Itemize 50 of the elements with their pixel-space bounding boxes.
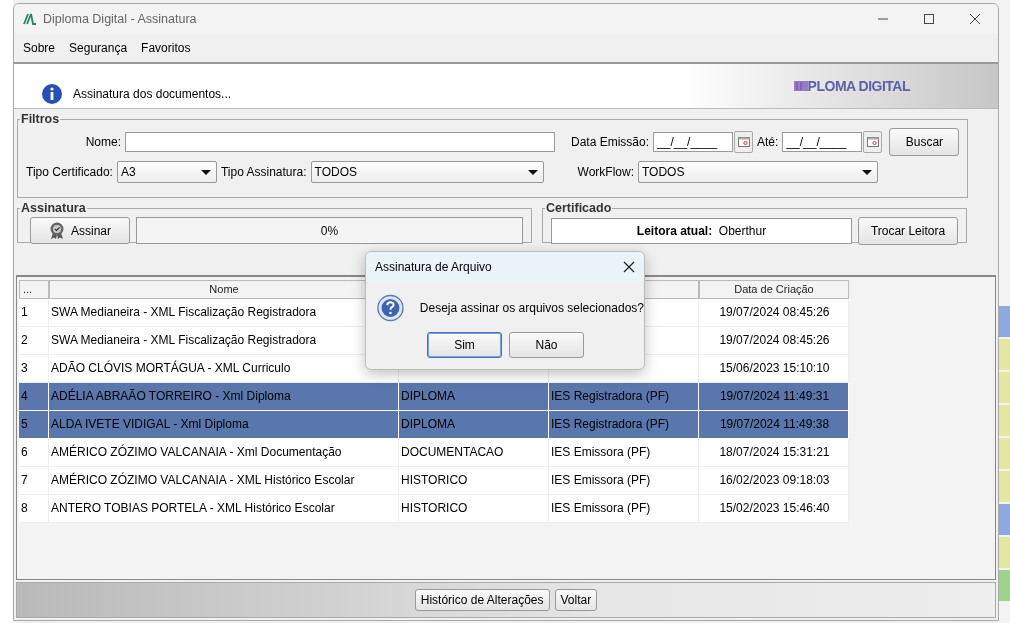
table-cell: 6	[21, 445, 28, 459]
table-cell: IES Registradora (PF)	[551, 417, 670, 431]
table-cell: 15/02/2023 15:46:40	[719, 501, 830, 515]
table-cell: SWA Medianeira - XML Fiscalização Registradora	[51, 333, 317, 347]
table-cell: 16/02/2023 09:18:03	[719, 473, 830, 487]
progress-text: 0%	[320, 223, 339, 238]
table-cell: 19/07/2024 11:49:31	[719, 389, 830, 403]
table-cell: HISTORICO	[401, 501, 468, 515]
table-cell: IES Emissora (PF)	[551, 445, 651, 459]
table-cell: ADÉLIA ABRAÃO TORREIRO - Xml Diploma	[51, 389, 291, 403]
field-label: Data Emissão:	[571, 135, 650, 149]
table-cell: 3	[21, 361, 28, 375]
table-cell: 15/06/2023 15:10:10	[719, 361, 830, 375]
table-cell: SWA Medianeira - XML Fiscalização Registradora	[51, 305, 317, 319]
banner-message: Assinatura dos documentos...	[73, 87, 232, 101]
table-cell: 8	[21, 501, 28, 515]
table-cell: 1	[21, 305, 28, 319]
table-cell: 19/07/2024 11:49:38	[719, 417, 830, 431]
group-title: Certificado	[545, 201, 613, 215]
table-cell: 5	[21, 417, 28, 431]
logo-text: PLOMA DIGITAL	[807, 78, 910, 94]
table-cell: 19/07/2024 08:45:26	[719, 333, 830, 347]
table-cell: 19/07/2024 08:45:26	[719, 305, 830, 319]
table-cell: 4	[21, 389, 28, 403]
table-cell: IES Emissora (PF)	[551, 473, 651, 487]
group-title: Filtros	[20, 112, 61, 126]
dialog-message: Deseja assinar os arquivos selecionados?	[419, 301, 644, 315]
table-cell: 18/07/2024 15:31:21	[719, 445, 830, 459]
table-cell: DIPLOMA	[401, 389, 455, 403]
table-cell: ANTERO TOBIAS PORTELA - XML Histórico Escolar	[51, 501, 335, 515]
table-cell: 7	[21, 473, 28, 487]
reader-field: Leitora atual: Oberthur	[551, 218, 852, 244]
table-cell: DIPLOMA	[401, 417, 455, 431]
field-label: WorkFlow:	[577, 165, 634, 179]
table-cell: DOCUMENTACAO	[401, 445, 504, 459]
table-cell: IES Emissora (PF)	[551, 501, 651, 515]
table-cell: AMÉRICO ZÓZIMO VALCANAIA - Xml Documentação	[51, 445, 342, 459]
field-label: Até:	[757, 135, 779, 149]
field-label: Nome:	[84, 135, 121, 149]
field-label: Tipo Certificado:	[26, 165, 113, 179]
group-title: Assinatura	[20, 201, 87, 215]
table-cell: AMÉRICO ZÓZIMO VALCANAIA - XML Histórico Escolar	[51, 473, 355, 487]
field-label: Tipo Assinatura:	[220, 165, 307, 179]
table-cell: 2	[21, 333, 28, 347]
table-cell: ADÃO CLÓVIS MORTÁGUA - XML Curriculo	[51, 361, 291, 375]
dialog-title: Assinatura de Arquivo	[375, 260, 492, 274]
window-title: Diploma Digital - Assinatura	[43, 12, 197, 26]
table-cell: HISTORICO	[401, 473, 468, 487]
table-cell: IES Registradora (PF)	[551, 389, 670, 403]
table-cell: ALDA IVETE VIDIGAL - Xml Diploma	[51, 417, 249, 431]
